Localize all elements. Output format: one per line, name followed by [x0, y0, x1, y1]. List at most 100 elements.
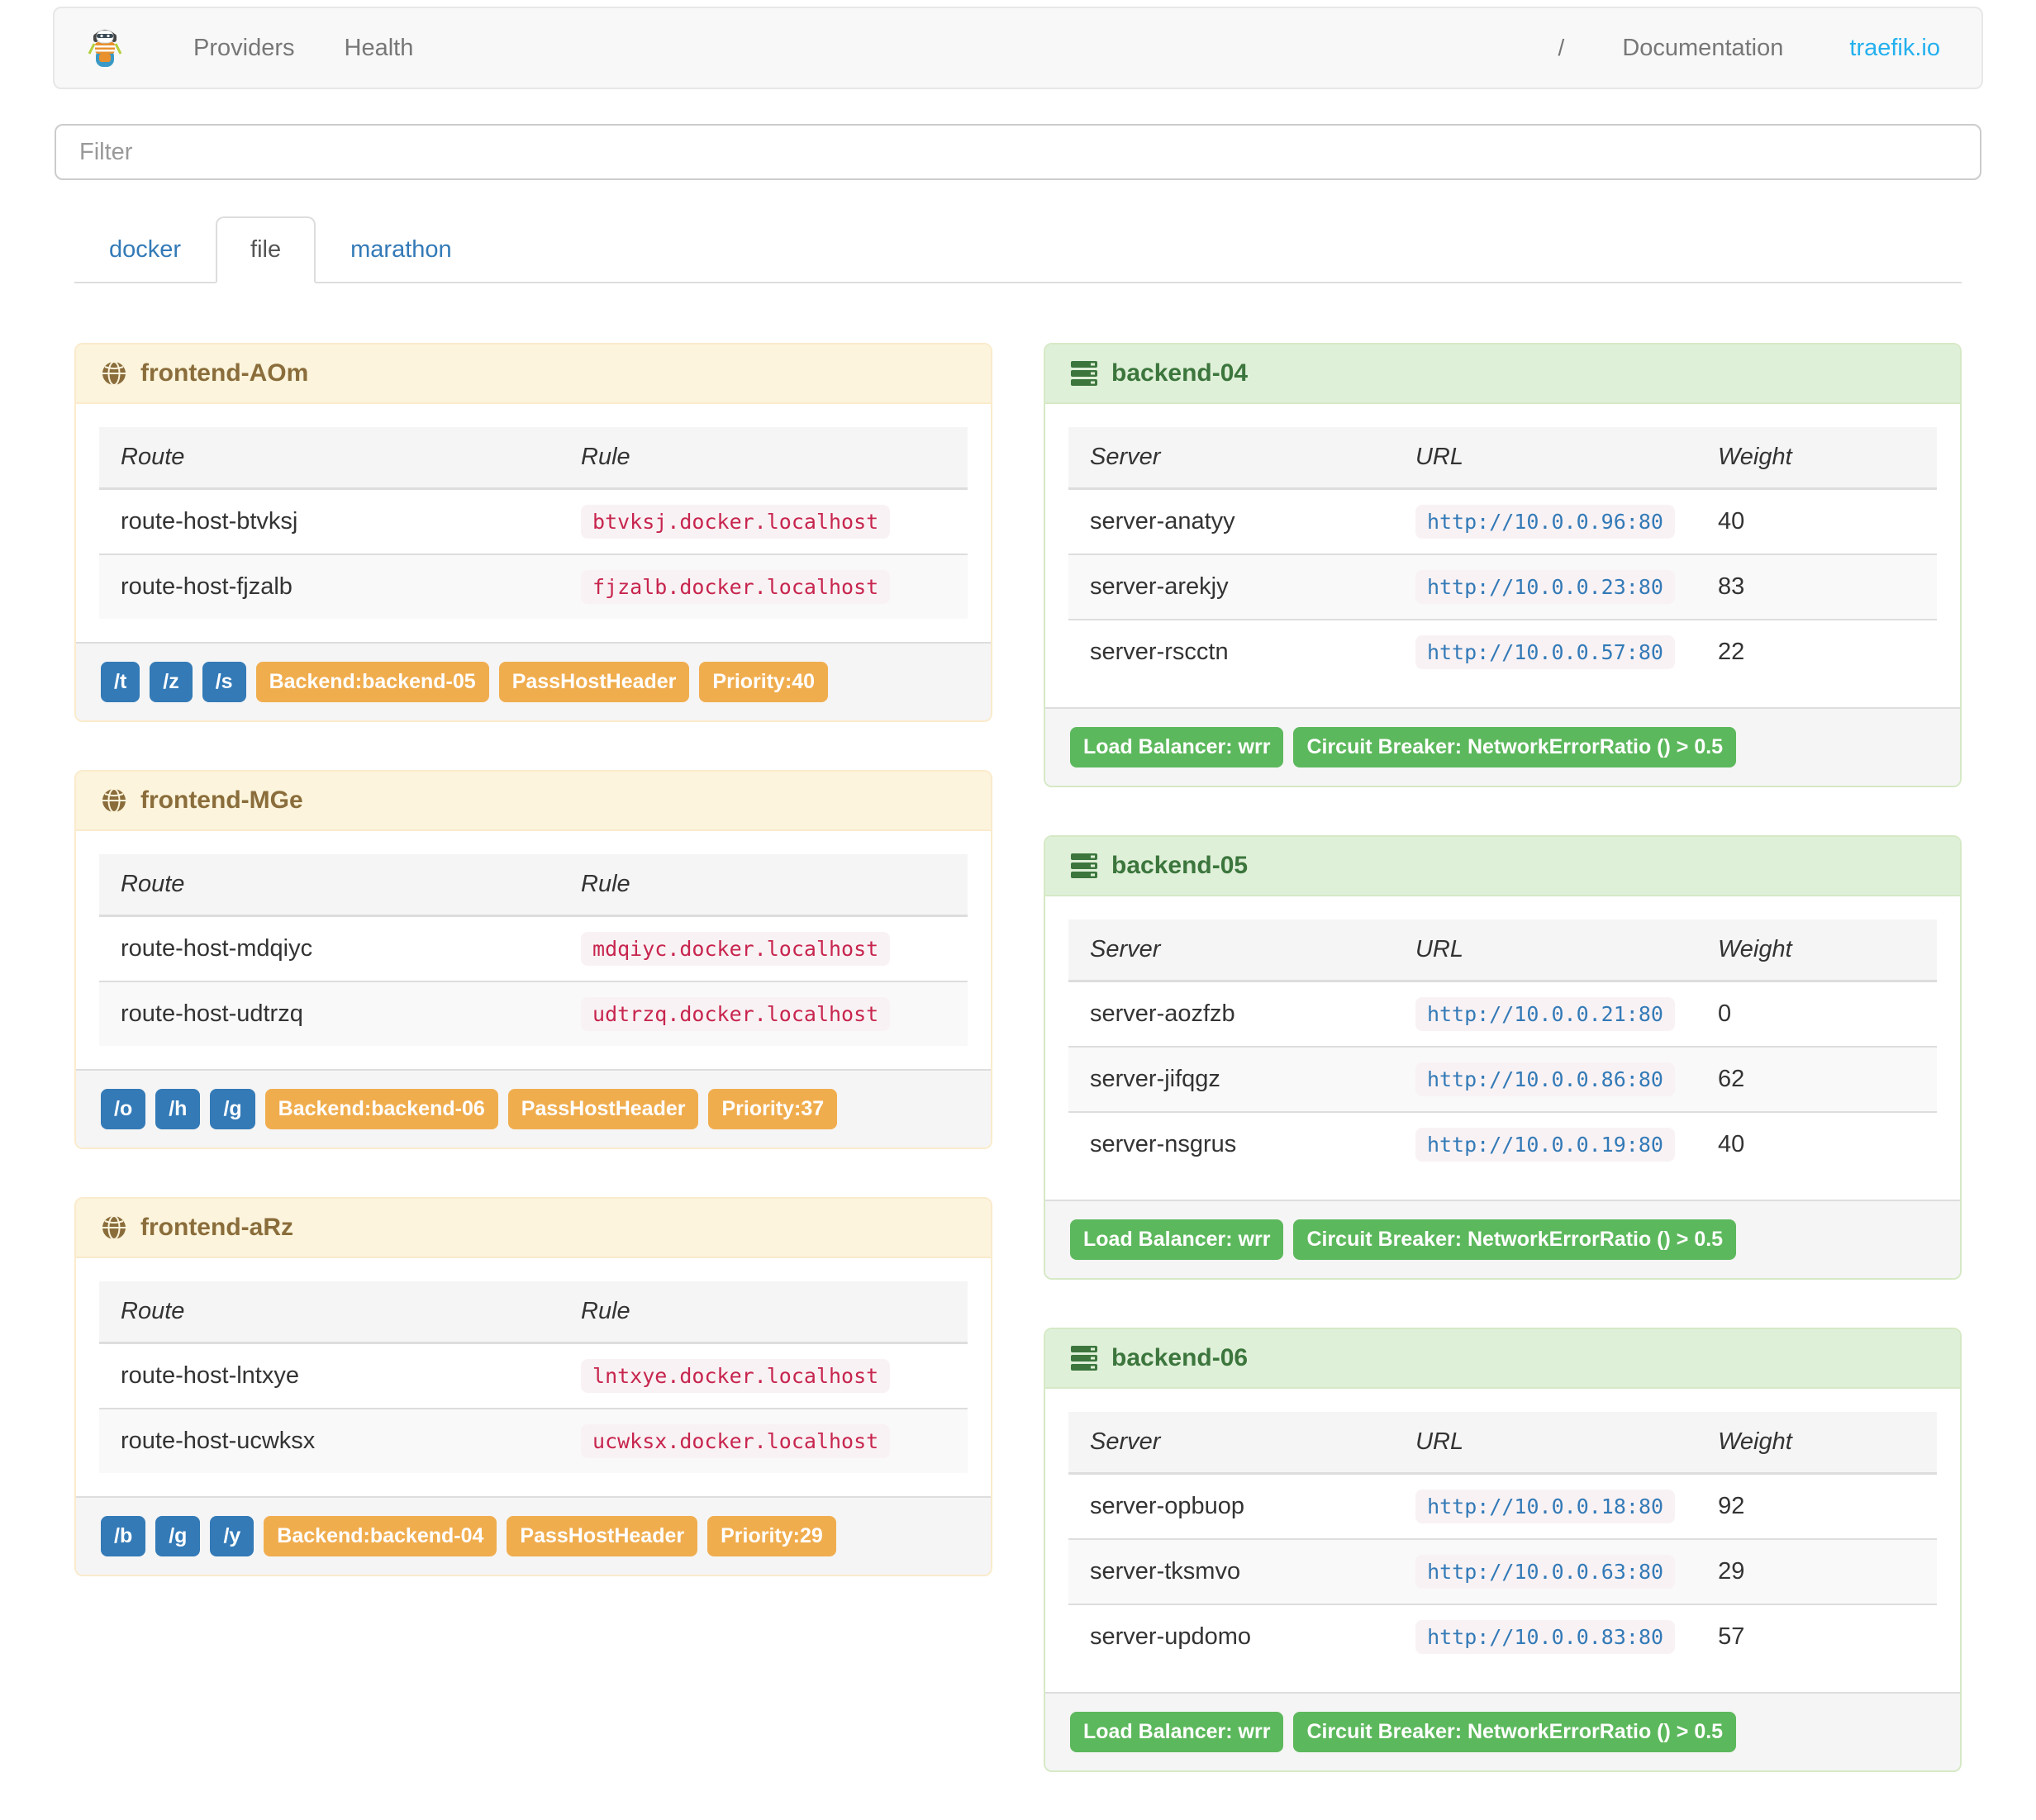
backend-panel-footer: Load Balancer: wrr Circuit Breaker: Netwo…: [1045, 1692, 1960, 1770]
tab-link[interactable]: file: [216, 216, 316, 283]
backend-tag-label: Load Balancer: wrr: [1070, 1219, 1284, 1260]
entrypoint-label: /o: [101, 1089, 146, 1129]
server-url: http://10.0.0.21:80: [1415, 997, 1675, 1031]
frontend-panel-body: Route Rule route-host-lntxye lntxye.dock…: [76, 1258, 991, 1496]
route-row: route-host-lntxye lntxye.docker.localhos…: [99, 1343, 968, 1409]
rule-column-header: Rule: [559, 854, 968, 917]
weight-column-header: Weight: [1696, 1412, 1937, 1475]
server-row: server-jifqgz http://10.0.0.86:80 62: [1068, 1046, 1937, 1112]
url-column-header: URL: [1393, 427, 1696, 490]
route-column-header: Route: [99, 427, 560, 490]
routes-table: Route Rule route-host-mdqiyc mdqiyc.dock…: [99, 854, 968, 1046]
server-url-link[interactable]: http://10.0.0.18:80: [1415, 1490, 1676, 1523]
backend-panel-heading: backend-04: [1045, 345, 1960, 404]
routes-table-header-row: Route Rule: [99, 427, 968, 490]
entrypoint-label: /y: [210, 1516, 254, 1556]
server-url-link[interactable]: http://10.0.0.21:80: [1415, 997, 1675, 1031]
server-url-link[interactable]: http://10.0.0.63:80: [1415, 1555, 1676, 1589]
route-row: route-host-btvksj btvksj.docker.localhos…: [99, 489, 968, 555]
frontend-panel-body: Route Rule route-host-btvksj btvksj.dock…: [76, 404, 991, 642]
frontend-tag-label: Priority:40: [699, 662, 829, 702]
route-name: route-host-mdqiyc: [121, 935, 313, 962]
server-weight: 40: [1717, 508, 1745, 535]
server-name: server-updomo: [1068, 1604, 1395, 1669]
route-column-header: Route: [99, 1281, 560, 1344]
route-row: route-host-ucwksx ucwksx.docker.localhos…: [99, 1408, 968, 1473]
nav-link-health[interactable]: Health: [320, 35, 439, 62]
backend-tag-label: Circuit Breaker: NetworkErrorRatio () > …: [1293, 727, 1737, 767]
backend-name: backend-04: [1111, 359, 1249, 387]
frontend-panel-footer: /b/g/y Backend:backend-04 PassHostHeader Pr…: [76, 1496, 991, 1575]
server-name: server-tksmvo: [1068, 1538, 1395, 1604]
server-column-header: Server: [1068, 1412, 1395, 1475]
server-url: http://10.0.0.23:80: [1415, 570, 1675, 604]
server-url-link[interactable]: http://10.0.0.57:80: [1415, 635, 1675, 669]
server-weight: 83: [1696, 554, 1937, 620]
frontend-panel-heading: frontend-aRz: [76, 1199, 991, 1258]
backend-name: backend-06: [1111, 1344, 1249, 1371]
server-weight: 40: [1696, 1111, 1937, 1176]
entrypoint-label: /s: [202, 662, 246, 702]
server-name: server-aozfzb: [1090, 1000, 1235, 1027]
frontend-panel: frontend-MGe Route Rule route-host-mdqiy…: [74, 770, 992, 1149]
filter-input[interactable]: [55, 124, 1981, 180]
rule-value: mdqiyc.docker.localhost: [581, 932, 891, 966]
frontend-panel-footer: /o/h/g Backend:backend-06 PassHostHeader Pr…: [76, 1069, 991, 1148]
server-name: server-jifqgz: [1068, 1046, 1394, 1112]
backend-panel-footer: Load Balancer: wrr Circuit Breaker: Netwo…: [1045, 1200, 1960, 1278]
nav-link-documentation[interactable]: Documentation: [1597, 35, 1808, 62]
rule-value: ucwksx.docker.localhost: [581, 1424, 891, 1458]
content: frontend-AOm Route Rule route-host-btvks…: [74, 343, 1962, 1820]
entrypoint-label: /t: [101, 662, 140, 702]
globe-icon: [101, 360, 127, 387]
frontend-panel: frontend-aRz Route Rule route-host-lntxy…: [74, 1197, 992, 1576]
server-name: server-rscctn: [1068, 619, 1394, 684]
backend-panel-body: Server URL Weight server-anatyy http://1…: [1045, 404, 1960, 707]
server-url-link[interactable]: http://10.0.0.19:80: [1415, 1128, 1675, 1162]
servers-table-header-row: Server URL Weight: [1068, 1412, 1937, 1475]
server-name: server-anatyy: [1090, 508, 1235, 535]
server-url-link[interactable]: http://10.0.0.83:80: [1415, 1620, 1676, 1654]
server-url-link[interactable]: http://10.0.0.86:80: [1415, 1062, 1675, 1096]
entrypoint-label: /h: [155, 1089, 201, 1129]
frontend-panel-heading: frontend-MGe: [76, 772, 991, 831]
server-url-link[interactable]: http://10.0.0.23:80: [1415, 570, 1675, 604]
server-stack-icon: [1070, 1345, 1098, 1371]
route-column-header: Route: [99, 854, 560, 917]
routes-table-header-row: Route Rule: [99, 1281, 968, 1344]
servers-table-header-row: Server URL Weight: [1068, 920, 1937, 982]
frontend-tag-label: PassHostHeader: [507, 1089, 699, 1129]
server-row: server-rscctn http://10.0.0.57:80 22: [1068, 619, 1937, 684]
navbar-separator: /: [1558, 35, 1565, 60]
traefik-logo[interactable]: [88, 27, 122, 69]
server-url-link[interactable]: http://10.0.0.96:80: [1415, 505, 1675, 539]
server-row: server-opbuop http://10.0.0.18:80 92: [1068, 1474, 1937, 1540]
server-stack-icon: [1070, 853, 1098, 879]
server-row: server-tksmvo http://10.0.0.63:80 29: [1068, 1538, 1937, 1604]
server-column-header: Server: [1068, 427, 1394, 490]
frontend-tag-label: PassHostHeader: [498, 662, 690, 702]
rule-column-header: Rule: [559, 427, 968, 490]
nav-link-providers[interactable]: Providers: [169, 35, 320, 62]
server-url: http://10.0.0.19:80: [1415, 1128, 1675, 1162]
frontend-tag-label: Backend:backend-05: [255, 662, 489, 702]
servers-table: Server URL Weight server-opbuop http://1…: [1068, 1412, 1937, 1669]
server-url: http://10.0.0.18:80: [1415, 1490, 1676, 1523]
server-url: http://10.0.0.86:80: [1415, 1062, 1675, 1096]
frontends-column: frontend-AOm Route Rule route-host-btvks…: [74, 343, 992, 1624]
frontend-panel-heading: frontend-AOm: [76, 345, 991, 404]
globe-icon: [101, 787, 127, 814]
rule-value: udtrzq.docker.localhost: [581, 997, 891, 1031]
url-column-header: URL: [1393, 920, 1696, 982]
entrypoint-label: /g: [210, 1089, 255, 1129]
route-name: route-host-btvksj: [121, 508, 298, 535]
tab-link[interactable]: marathon: [316, 216, 487, 283]
entrypoint-label: /g: [155, 1516, 201, 1556]
tab-link[interactable]: docker: [74, 216, 216, 283]
server-weight: 29: [1696, 1538, 1937, 1604]
server-row: server-anatyy http://10.0.0.96:80 40: [1068, 489, 1937, 555]
backend-name: backend-05: [1111, 852, 1249, 879]
nav-link-traefik-io[interactable]: traefik.io: [1841, 35, 1948, 62]
tab-marathon: marathon: [316, 216, 487, 283]
globe-icon: [101, 1214, 127, 1241]
